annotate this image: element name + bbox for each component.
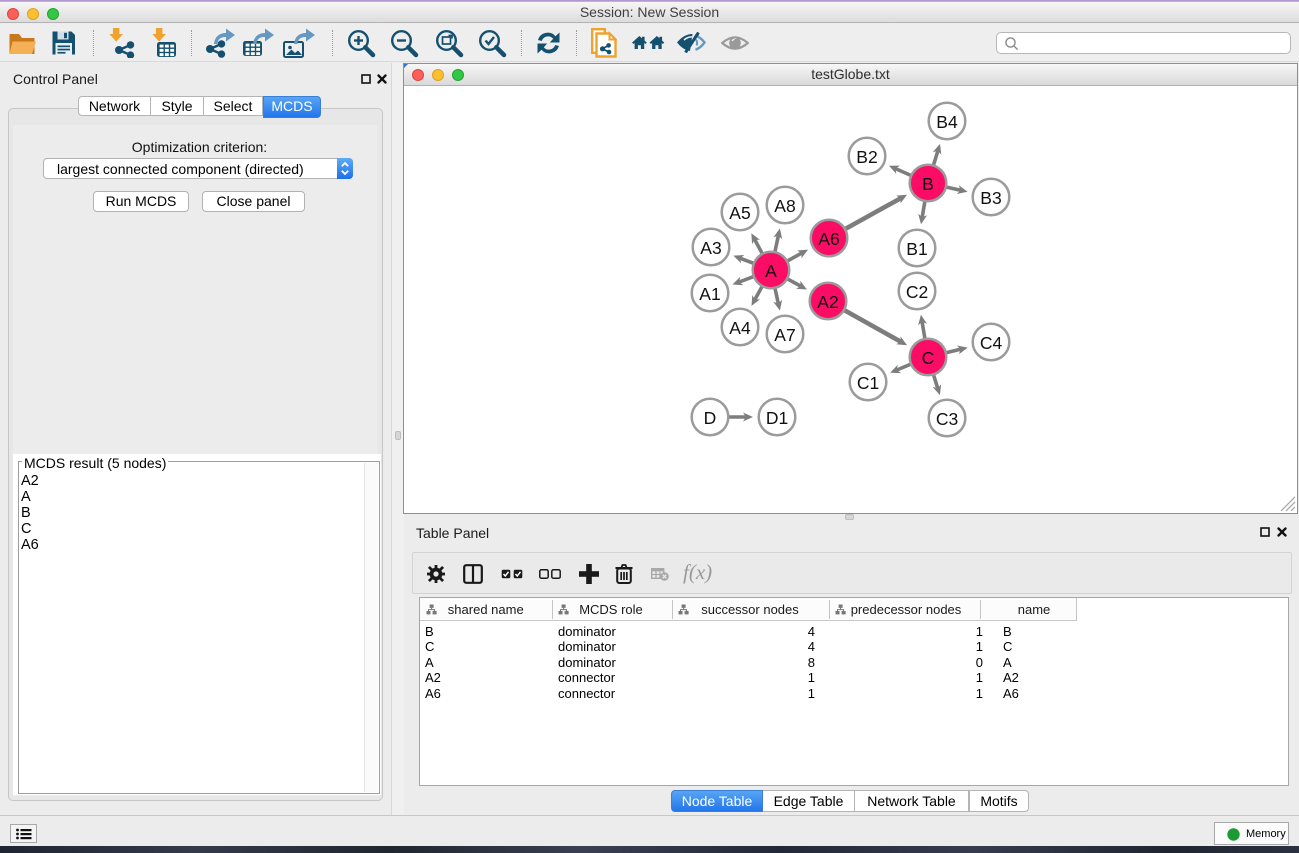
svg-text:B4: B4 [936, 112, 958, 132]
svg-text:C4: C4 [980, 333, 1003, 353]
svg-text:A7: A7 [774, 325, 795, 345]
svg-text:A2: A2 [817, 292, 838, 312]
svg-text:A: A [765, 261, 777, 281]
svg-text:C1: C1 [857, 373, 879, 393]
svg-text:D1: D1 [766, 408, 788, 428]
svg-text:B: B [922, 174, 934, 194]
svg-text:C2: C2 [906, 282, 928, 302]
svg-text:A8: A8 [774, 196, 795, 216]
svg-text:C: C [922, 348, 935, 368]
svg-text:A1: A1 [699, 284, 720, 304]
svg-text:A6: A6 [818, 229, 839, 249]
svg-text:B2: B2 [856, 147, 877, 167]
svg-text:A4: A4 [729, 318, 751, 338]
svg-text:D: D [704, 408, 717, 428]
svg-text:B1: B1 [906, 239, 927, 259]
svg-text:B3: B3 [980, 188, 1001, 208]
svg-text:A5: A5 [729, 203, 750, 223]
svg-text:A3: A3 [700, 238, 721, 258]
svg-text:C3: C3 [936, 409, 958, 429]
